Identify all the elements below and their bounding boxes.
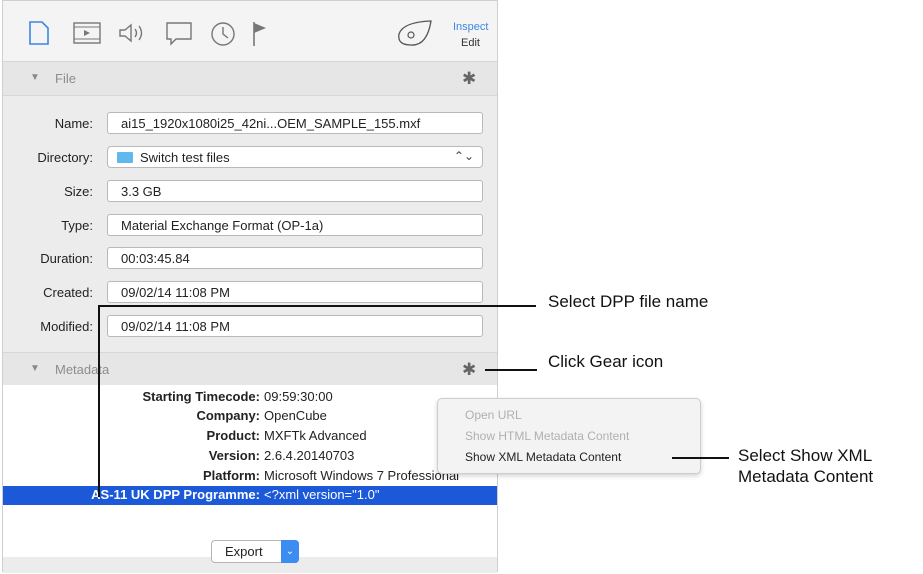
type-field[interactable]: Material Exchange Format (OP-1a) bbox=[107, 214, 483, 236]
file-section-header[interactable]: ▼ File ✱ bbox=[3, 61, 497, 96]
menu-item-open-url: Open URL bbox=[465, 408, 522, 422]
gear-context-menu: Open URL Show HTML Metadata Content Show… bbox=[437, 398, 701, 474]
callout-line bbox=[494, 305, 536, 307]
metadata-key: Version: bbox=[208, 448, 260, 463]
file-section-title: File bbox=[55, 71, 76, 86]
export-label: Export bbox=[225, 544, 263, 559]
list-item[interactable]: Version: 2.6.4.20140703 bbox=[3, 447, 497, 466]
list-item[interactable]: Platform: Microsoft Windows 7 Profession… bbox=[3, 467, 497, 486]
captions-icon[interactable] bbox=[166, 22, 192, 46]
selected-list-item[interactable]: AS-11 UK DPP Programme: <?xml version="1… bbox=[3, 486, 497, 505]
metadata-key: Company: bbox=[196, 408, 260, 423]
created-label: Created: bbox=[43, 285, 93, 300]
callout-select-xml-line1: Select Show XML bbox=[738, 446, 873, 465]
metadata-value: MXFTk Advanced bbox=[264, 428, 367, 443]
duration-field[interactable]: 00:03:45.84 bbox=[107, 247, 483, 269]
modified-field[interactable]: 09/02/14 11:08 PM bbox=[107, 315, 483, 337]
metadata-section-title: Metadata bbox=[55, 362, 110, 377]
metadata-value: <?xml version="1.0" bbox=[264, 487, 380, 502]
callout-select-dpp: Select DPP file name bbox=[548, 292, 709, 311]
flag-icon[interactable] bbox=[251, 21, 269, 47]
menu-item-show-xml[interactable]: Show XML Metadata Content bbox=[465, 450, 621, 464]
callout-click-gear: Click Gear icon bbox=[548, 352, 664, 371]
callout-line bbox=[98, 305, 496, 307]
directory-label: Directory: bbox=[37, 150, 93, 165]
callout-line bbox=[485, 369, 537, 371]
callout-line bbox=[98, 305, 100, 497]
metadata-value: 2.6.4.20140703 bbox=[264, 448, 355, 463]
file-info-icon[interactable] bbox=[29, 21, 49, 45]
audio-icon[interactable] bbox=[118, 22, 148, 44]
size-label: Size: bbox=[64, 184, 93, 199]
disclosure-triangle-icon[interactable]: ▼ bbox=[30, 363, 40, 374]
metadata-key: Starting Timecode: bbox=[142, 389, 260, 404]
menu-item-show-html: Show HTML Metadata Content bbox=[465, 429, 630, 443]
metadata-key: AS-11 UK DPP Programme: bbox=[91, 487, 260, 502]
callout-line bbox=[672, 457, 729, 459]
export-button[interactable]: Export ⌄ bbox=[211, 540, 299, 563]
type-label: Type: bbox=[61, 218, 93, 233]
size-field[interactable]: 3.3 GB bbox=[107, 180, 483, 202]
directory-popup[interactable]: Switch test files ⌃⌄ bbox=[107, 146, 483, 168]
duration-label: Duration: bbox=[40, 251, 93, 266]
list-item[interactable]: Starting Timecode: 09:59:30:00 bbox=[3, 388, 497, 407]
up-down-arrows-icon: ⌃⌄ bbox=[453, 149, 474, 163]
metadata-gear-icon[interactable]: ✱ bbox=[462, 360, 476, 380]
clock-icon[interactable] bbox=[210, 21, 236, 47]
metadata-value: OpenCube bbox=[264, 408, 327, 423]
metadata-value: Microsoft Windows 7 Professional bbox=[264, 468, 460, 483]
file-gear-icon[interactable]: ✱ bbox=[462, 69, 476, 89]
chevron-down-icon[interactable]: ⌄ bbox=[281, 540, 299, 563]
inspect-edit-toggle-icon[interactable] bbox=[395, 18, 435, 48]
metadata-section-header[interactable]: ▼ Metadata ✱ bbox=[3, 352, 497, 387]
disclosure-triangle-icon[interactable]: ▼ bbox=[30, 72, 40, 83]
directory-value: Switch test files bbox=[140, 150, 230, 165]
inspect-mode-label[interactable]: Inspect bbox=[453, 21, 488, 33]
metadata-list: Starting Timecode: 09:59:30:00 Company: … bbox=[3, 385, 497, 557]
modified-label: Modified: bbox=[40, 319, 93, 334]
metadata-key: Platform: bbox=[202, 468, 260, 483]
edit-mode-label[interactable]: Edit bbox=[461, 37, 480, 49]
inspector-toolbar: Inspect Edit bbox=[3, 1, 497, 62]
metadata-key: Product: bbox=[206, 428, 260, 443]
list-item[interactable]: Product: MXFTk Advanced bbox=[3, 427, 497, 446]
list-item[interactable]: Company: OpenCube bbox=[3, 407, 497, 426]
name-field[interactable]: ai15_1920x1080i25_42ni...OEM_SAMPLE_155.… bbox=[107, 112, 483, 134]
name-label: Name: bbox=[54, 116, 93, 131]
inspector-panel: Inspect Edit ▼ File ✱ Name: ai15_1920x10… bbox=[2, 0, 498, 573]
folder-icon bbox=[117, 152, 133, 163]
created-field[interactable]: 09/02/14 11:08 PM bbox=[107, 281, 483, 303]
metadata-value: 09:59:30:00 bbox=[264, 389, 333, 404]
callout-select-xml-line2: Metadata Content bbox=[738, 467, 874, 486]
film-icon[interactable] bbox=[73, 22, 101, 44]
